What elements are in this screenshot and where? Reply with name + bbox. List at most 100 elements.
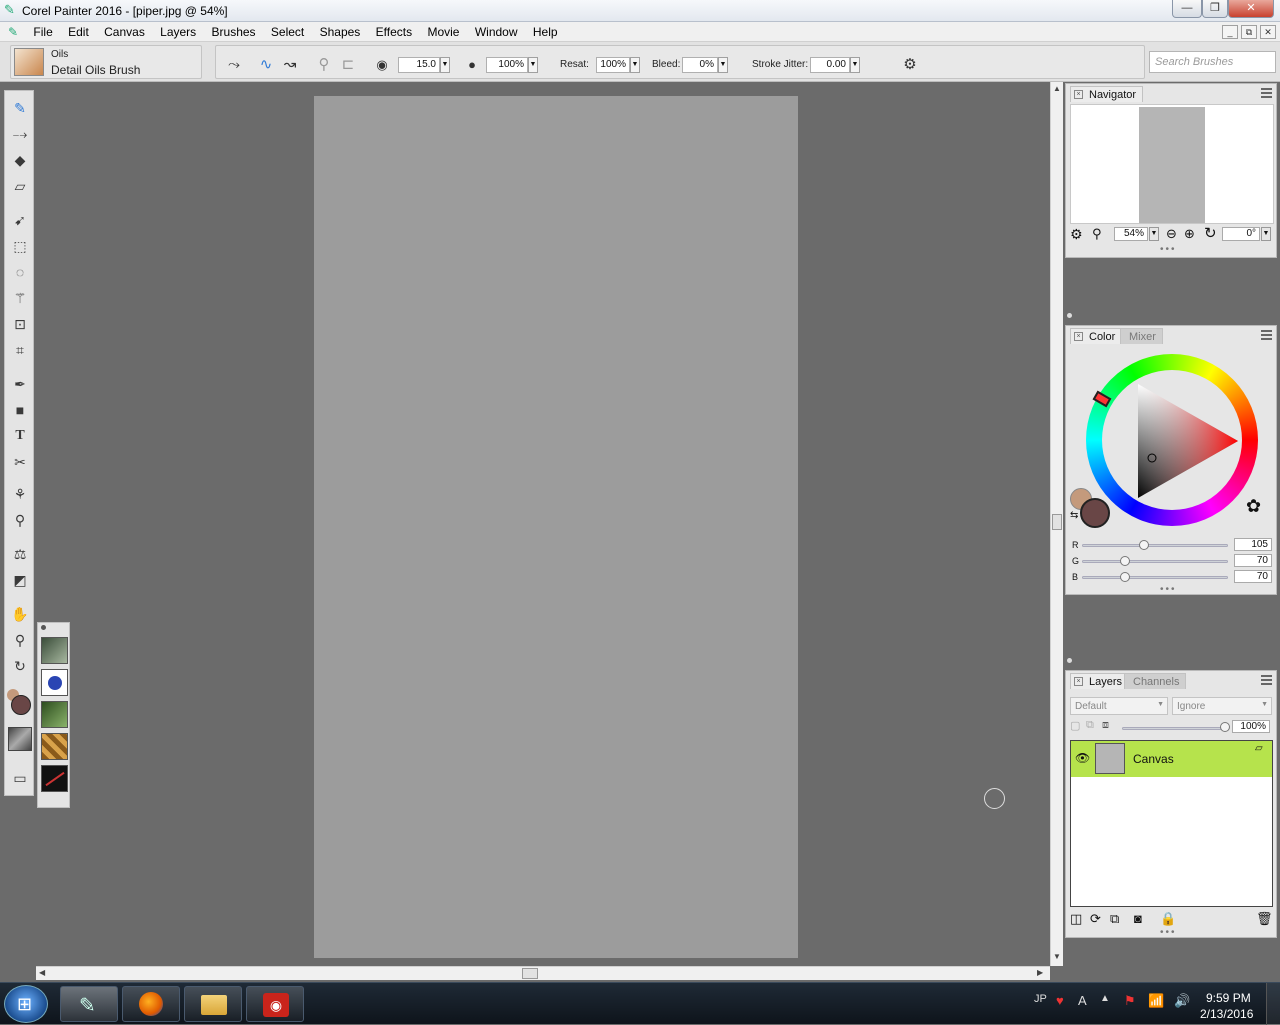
close-panel-icon[interactable]: ×	[1074, 677, 1083, 686]
preserve-transparency-icon[interactable]: ⧈	[1102, 719, 1109, 732]
looks-library[interactable]	[41, 765, 68, 792]
bleed-dropdown[interactable]: ▼	[718, 57, 728, 73]
dynamic-plugins-icon[interactable]: ⟳	[1090, 911, 1101, 927]
taskbar-capture[interactable]: ◉	[246, 986, 304, 1022]
tab-channels[interactable]: Channels	[1124, 673, 1187, 689]
tab-navigator[interactable]: × Navigator	[1070, 86, 1144, 102]
create-layer-mask-icon[interactable]: ◙	[1134, 911, 1142, 926]
dropper-tool-icon[interactable]: ⤍	[8, 123, 32, 145]
b-slider-knob[interactable]	[1120, 572, 1130, 582]
menu-window[interactable]: Window	[469, 22, 524, 40]
scroll-up-arrow[interactable]: ▲	[1053, 84, 1061, 93]
paint-bucket-tool-icon[interactable]: ◆	[8, 149, 32, 171]
minimize-button[interactable]: —	[1172, 0, 1202, 18]
scroll-down-arrow[interactable]: ▼	[1053, 952, 1061, 961]
saturation-value-triangle[interactable]	[1126, 376, 1246, 506]
main-color-swatch[interactable]	[11, 695, 31, 715]
rectangular-selection-tool-icon[interactable]: ⬚	[8, 235, 32, 257]
rectangle-shape-tool-icon[interactable]: ■	[8, 399, 32, 421]
stroke-jitter-field[interactable]: 0.00	[810, 57, 850, 73]
lock-layer-icon[interactable]: ▢	[1070, 719, 1080, 732]
tab-mixer[interactable]: Mixer	[1120, 328, 1163, 344]
rotate-page-tool-icon[interactable]: ↻	[8, 655, 32, 677]
scroll-right-arrow[interactable]: ▶	[1037, 968, 1043, 977]
network-icon[interactable]: 📶	[1148, 993, 1164, 1009]
crop-tool-icon[interactable]: ⌗	[8, 339, 32, 361]
perspective-guides-tool-icon[interactable]: ◩	[8, 569, 32, 591]
brush-selector[interactable]: Oils Detail Oils Brush	[10, 45, 202, 79]
taskbar-explorer[interactable]	[184, 986, 242, 1022]
r-slider[interactable]	[1082, 544, 1228, 547]
close-panel-icon[interactable]: ×	[1074, 332, 1083, 341]
layer-row-canvas[interactable]: 👁 Canvas ▱	[1071, 741, 1272, 777]
layer-opacity-slider[interactable]	[1122, 727, 1226, 730]
doc-minimize-button[interactable]: _	[1222, 25, 1238, 39]
doc-restore-button[interactable]: ⧉	[1241, 25, 1257, 39]
vertical-scroll-thumb[interactable]	[1052, 514, 1062, 530]
magic-wand-tool-icon[interactable]: ⚚	[8, 287, 32, 309]
menu-brushes[interactable]: Brushes	[206, 22, 262, 40]
composite-method-select[interactable]: Default ▼	[1070, 697, 1168, 715]
freehand-stroke-icon[interactable]: ∿	[256, 55, 276, 75]
vertical-scrollbar[interactable]: ▲ ▼	[1050, 82, 1063, 966]
menu-file[interactable]: File	[27, 22, 58, 40]
magnifier-tool-icon[interactable]: ⚲	[8, 629, 32, 651]
menu-help[interactable]: Help	[527, 22, 564, 40]
taskbar-firefox[interactable]	[122, 986, 180, 1022]
rotate-icon[interactable]: ↻	[1204, 224, 1217, 242]
maximize-button[interactable]: ❐	[1202, 0, 1228, 18]
scroll-left-arrow[interactable]: ◀	[39, 968, 45, 977]
b-slider[interactable]	[1082, 576, 1228, 579]
grabber-tool-icon[interactable]: ✋	[8, 603, 32, 625]
horizontal-scroll-thumb[interactable]	[522, 968, 538, 979]
layer-commands-icon[interactable]: ◫	[1070, 911, 1082, 927]
menu-effects[interactable]: Effects	[370, 22, 418, 40]
rotation-dropdown[interactable]: ▼	[1261, 227, 1271, 241]
show-hidden-icons[interactable]: ▲	[1100, 993, 1110, 1004]
start-button[interactable]: ⊞	[4, 985, 48, 1023]
scissors-tool-icon[interactable]: ✂	[8, 451, 32, 473]
doc-close-button[interactable]: ✕	[1260, 25, 1276, 39]
panel-resize-grip[interactable]: •••	[1160, 584, 1177, 595]
resat-dropdown[interactable]: ▼	[630, 57, 640, 73]
zoom-field[interactable]: 54%	[1114, 227, 1148, 241]
stroke-jitter-dropdown[interactable]: ▼	[850, 57, 860, 73]
swap-colors-icon[interactable]: ⇆	[1070, 510, 1078, 521]
pick-up-underlying-color-icon[interactable]: ⧉	[1086, 719, 1094, 732]
r-value[interactable]: 105	[1234, 538, 1272, 551]
clock-time[interactable]: 9:59 PM	[1206, 991, 1251, 1005]
layer-adjuster-tool-icon[interactable]: ➹	[8, 209, 32, 231]
search-brushes-input[interactable]: Search Brushes	[1149, 51, 1276, 73]
rubber-stamp-tool-icon[interactable]: ⚲	[8, 509, 32, 531]
layer-opacity-knob[interactable]	[1220, 722, 1230, 732]
language-indicator[interactable]: JP	[1034, 993, 1047, 1005]
document-canvas[interactable]	[314, 96, 798, 958]
panel-menu-icon[interactable]	[1261, 330, 1272, 340]
size-field[interactable]: 15.0	[398, 57, 440, 73]
taskbar-corel-painter[interactable]: ✎	[60, 986, 118, 1022]
transform-tool-icon[interactable]: ⊡	[8, 313, 32, 335]
action-center-flag-icon[interactable]: ⚑	[1124, 993, 1136, 1009]
color-set-icon[interactable]: ✿	[1246, 496, 1261, 517]
stroke-attributes-icon[interactable]: ⚲	[314, 55, 334, 75]
zoom-dropdown[interactable]: ▼	[1149, 227, 1159, 241]
ime-icon[interactable]: A	[1078, 993, 1087, 1008]
clock-date[interactable]: 2/13/2016	[1200, 1007, 1253, 1021]
weaves-library[interactable]	[41, 733, 68, 760]
layer-name[interactable]: Canvas	[1133, 752, 1174, 766]
tray-app-icon[interactable]: ♥	[1056, 993, 1064, 1008]
close-button[interactable]: ✕	[1228, 0, 1274, 18]
b-value[interactable]: 70	[1234, 570, 1272, 583]
layer-visibility-eye-icon[interactable]: 👁	[1075, 751, 1090, 765]
lock-icon[interactable]: 🔒	[1160, 911, 1176, 927]
size-dropdown[interactable]: ▼	[440, 57, 450, 73]
menu-shapes[interactable]: Shapes	[314, 22, 367, 40]
navigator-preview[interactable]	[1070, 104, 1274, 224]
show-desktop-button[interactable]	[1266, 983, 1280, 1025]
delete-layer-icon[interactable]: 🗑	[1256, 911, 1273, 927]
panel-resize-grip[interactable]: •••	[1160, 244, 1177, 255]
bleed-field[interactable]: 0%	[682, 57, 718, 73]
horizontal-scrollbar[interactable]: ◀ ▶	[36, 966, 1050, 980]
nozzles-library[interactable]	[41, 701, 68, 728]
reset-tool-icon[interactable]: ⤳	[224, 55, 244, 75]
